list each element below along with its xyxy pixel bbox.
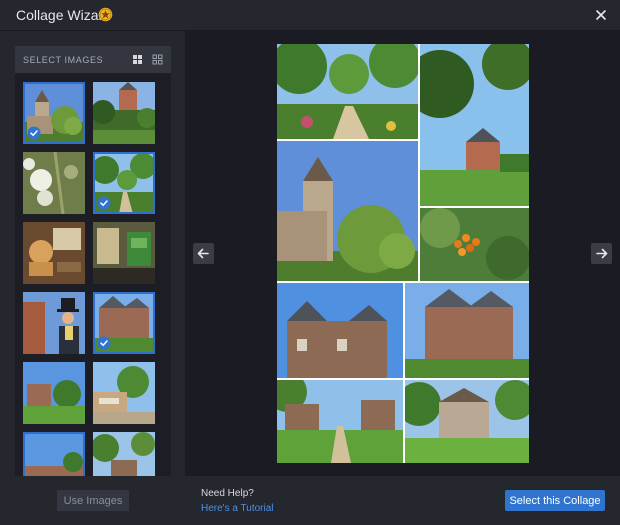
image-selection-panel: SELECT IMAGES [15, 46, 171, 476]
collage-canvas [277, 44, 529, 463]
title-bar: Collage Wizard [0, 0, 620, 31]
star-badge-icon [98, 7, 113, 22]
next-layout-button[interactable] [591, 243, 612, 264]
collage-tile-garden-path[interactable] [277, 44, 418, 139]
close-icon[interactable] [594, 8, 608, 22]
collage-tile-castle-front[interactable] [405, 283, 529, 378]
collage-tile-castle-bridge[interactable] [277, 380, 403, 463]
need-help-label: Need Help? [201, 488, 254, 499]
thumbnail-green-interior[interactable] [93, 222, 155, 284]
check-icon [97, 336, 111, 350]
use-images-button[interactable]: Use Images [57, 490, 129, 511]
select-images-label: SELECT IMAGES [23, 55, 104, 65]
window-title: Collage Wizard [16, 7, 111, 23]
thumbnail-castle-garden[interactable] [93, 82, 155, 144]
check-icon [27, 126, 41, 140]
panel-header: SELECT IMAGES [15, 46, 171, 73]
thumbnail-castle-front[interactable] [93, 292, 155, 354]
select-collage-button[interactable]: Select this Collage [505, 490, 605, 511]
thumbnail-castle-blue-sky[interactable] [23, 432, 85, 476]
thumbnail-church-tower[interactable] [23, 82, 85, 144]
check-icon [97, 196, 111, 210]
thumbnail-castle-lawn[interactable] [23, 362, 85, 424]
collage-tile-church-tower[interactable] [277, 141, 418, 281]
thumbnail-garden-path[interactable] [93, 152, 155, 214]
collage-preview-area [185, 31, 620, 475]
collage-tile-orange-berries[interactable] [420, 208, 529, 281]
collage-tile-castle-blue-sky[interactable] [277, 283, 403, 378]
collage-tile-castle-garden[interactable] [420, 44, 529, 206]
thumbnail-castle-trees[interactable] [93, 432, 155, 476]
thumbnail-lion-statue-room[interactable] [23, 222, 85, 284]
tutorial-link[interactable]: Here's a Tutorial [201, 503, 274, 514]
thumbnail-top-hat-figure[interactable] [23, 292, 85, 354]
collage-tile-manor-lawn[interactable] [405, 380, 529, 463]
footer-bar: Need Help? Here's a Tutorial Select this… [185, 475, 620, 525]
thumbnail-market-square[interactable] [93, 362, 155, 424]
image-sidebar: SELECT IMAGES Use Images [0, 31, 185, 525]
previous-layout-button[interactable] [193, 243, 214, 264]
grid-small-icon[interactable] [152, 54, 163, 65]
arrow-right-icon [596, 248, 608, 259]
arrow-left-icon [197, 248, 209, 259]
thumbnail-white-roses[interactable] [23, 152, 85, 214]
grid-large-icon[interactable] [132, 54, 143, 65]
